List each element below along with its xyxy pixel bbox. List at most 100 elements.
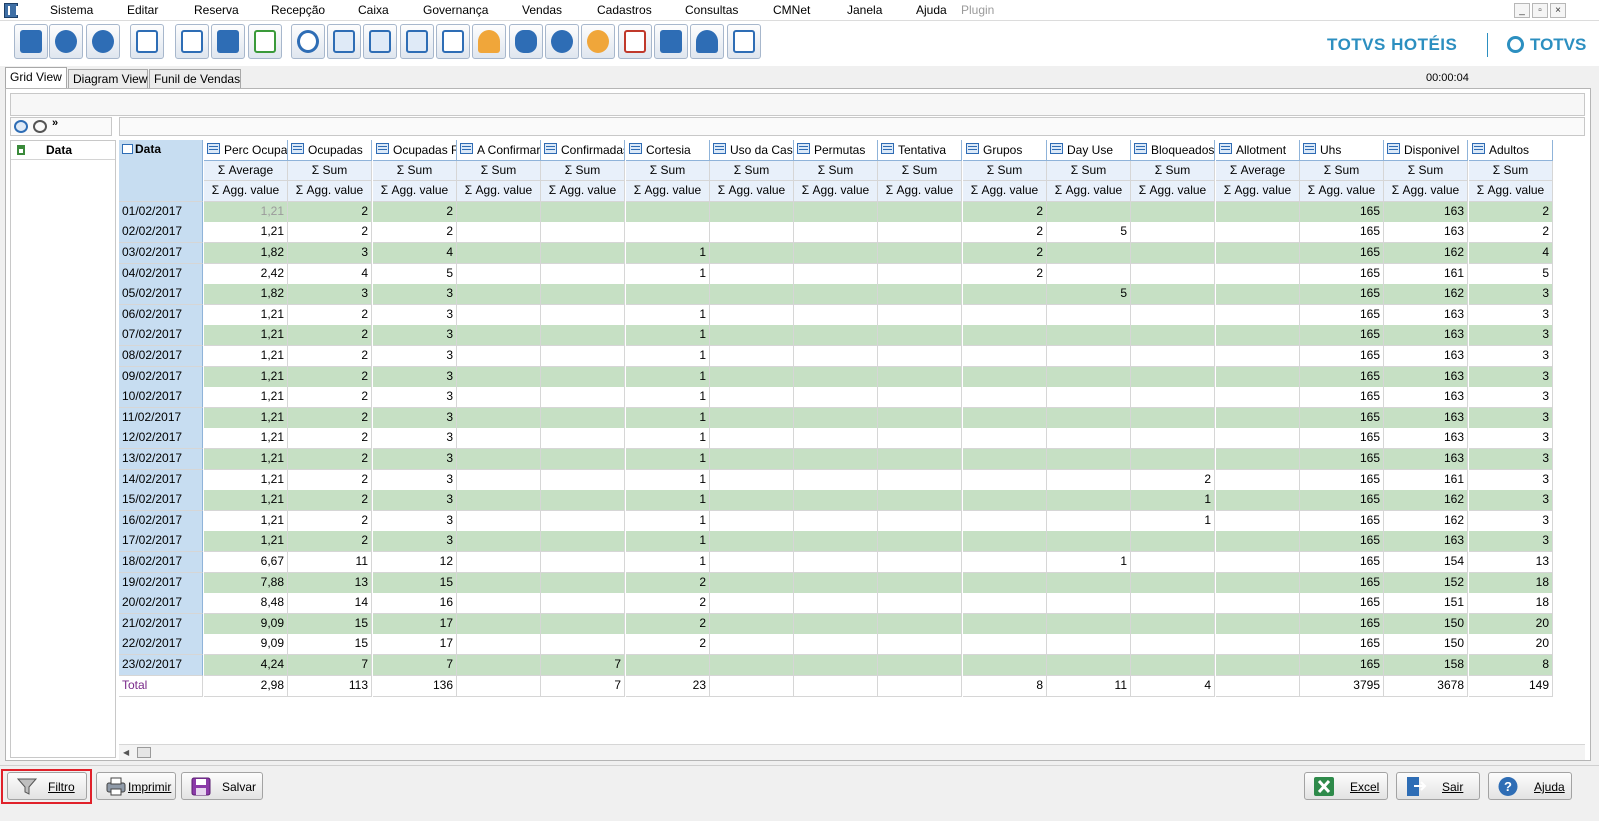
data-cell[interactable]: 14 [288, 593, 372, 614]
expand-all-icon[interactable] [14, 120, 28, 133]
row-header-date[interactable]: 20/02/2017 [119, 593, 203, 614]
data-cell[interactable]: 2 [626, 634, 710, 655]
data-cell[interactable] [1131, 634, 1215, 655]
data-cell[interactable] [541, 346, 625, 367]
data-cell[interactable]: 1,21 [204, 202, 288, 223]
data-cell[interactable]: 165 [1300, 346, 1384, 367]
tab-funil-de-vendas[interactable]: Funil de Vendas [149, 69, 241, 89]
data-cell[interactable]: 162 [1384, 511, 1468, 532]
data-cell[interactable] [1216, 634, 1300, 655]
data-cell[interactable] [710, 634, 794, 655]
column-header[interactable]: Uhs [1300, 140, 1384, 161]
data-cell[interactable] [1131, 222, 1215, 243]
data-cell[interactable] [541, 387, 625, 408]
help-button[interactable] [86, 24, 120, 59]
data-cell[interactable]: 165 [1300, 470, 1384, 491]
data-cell[interactable] [878, 614, 962, 635]
data-cell[interactable]: 2 [1469, 222, 1553, 243]
data-cell[interactable] [457, 428, 541, 449]
data-cell[interactable] [457, 264, 541, 285]
data-cell[interactable]: 150 [1384, 614, 1468, 635]
data-cell[interactable]: 3 [373, 490, 457, 511]
data-cell[interactable] [1216, 408, 1300, 429]
data-cell[interactable] [1131, 655, 1215, 676]
column-header[interactable]: Disponivel [1384, 140, 1468, 161]
data-cell[interactable]: 161 [1384, 264, 1468, 285]
data-cell[interactable]: 2 [288, 367, 372, 388]
data-cell[interactable] [457, 470, 541, 491]
data-cell[interactable]: 18 [1469, 593, 1553, 614]
excel-button[interactable]: Excel [1304, 772, 1388, 800]
data-cell[interactable]: 8,48 [204, 593, 288, 614]
data-cell[interactable] [626, 284, 710, 305]
data-cell[interactable] [878, 325, 962, 346]
data-cell[interactable] [457, 243, 541, 264]
data-cell[interactable]: 3 [373, 346, 457, 367]
data-cell[interactable]: 1 [1131, 490, 1215, 511]
data-cell[interactable] [794, 387, 878, 408]
data-cell[interactable] [1047, 634, 1131, 655]
column-value-label[interactable]: Σ Agg. value [457, 181, 541, 202]
tab-grid-view[interactable]: Grid View [5, 67, 67, 89]
data-cell[interactable]: 3 [1469, 367, 1553, 388]
row-header-date[interactable]: 03/02/2017 [119, 243, 203, 264]
column-header[interactable]: Confirmadas [541, 140, 625, 161]
data-cell[interactable] [457, 305, 541, 326]
data-cell[interactable]: 161 [1384, 470, 1468, 491]
data-cell[interactable]: 2 [288, 202, 372, 223]
data-cell[interactable]: 2,42 [204, 264, 288, 285]
data-cell[interactable] [878, 511, 962, 532]
data-cell[interactable]: 20 [1469, 634, 1553, 655]
data-cell[interactable]: 3 [1469, 325, 1553, 346]
data-cell[interactable]: 163 [1384, 531, 1468, 552]
data-cell[interactable] [1216, 305, 1300, 326]
data-cell[interactable] [1047, 428, 1131, 449]
data-cell[interactable]: 2 [963, 264, 1047, 285]
row-header-date[interactable]: 15/02/2017 [119, 490, 203, 511]
data-cell[interactable] [1047, 490, 1131, 511]
data-cell[interactable]: 1,21 [204, 367, 288, 388]
data-cell[interactable] [963, 284, 1047, 305]
data-cell[interactable]: 151 [1384, 593, 1468, 614]
salvar-button[interactable]: Salvar [181, 772, 263, 800]
data-cell[interactable] [794, 243, 878, 264]
data-cell[interactable] [1216, 552, 1300, 573]
data-cell[interactable] [457, 511, 541, 532]
horizontal-scrollbar[interactable]: ◀ [119, 744, 1585, 760]
search-button[interactable] [291, 24, 325, 59]
data-cell[interactable] [710, 593, 794, 614]
data-cell[interactable]: 1,21 [204, 346, 288, 367]
data-cell[interactable] [878, 367, 962, 388]
data-cell[interactable] [541, 490, 625, 511]
column-value-label[interactable]: Σ Agg. value [1469, 181, 1553, 202]
column-aggregate[interactable]: Σ Sum [1384, 160, 1468, 182]
data-cell[interactable] [710, 222, 794, 243]
data-cell[interactable]: 3 [373, 408, 457, 429]
data-cell[interactable]: 16 [373, 593, 457, 614]
data-cell[interactable] [794, 511, 878, 532]
data-cell[interactable] [710, 428, 794, 449]
data-cell[interactable]: 2 [1131, 470, 1215, 491]
footsteps-button[interactable] [509, 24, 543, 59]
column-header[interactable]: Ocupadas Re [373, 140, 457, 161]
data-cell[interactable] [963, 511, 1047, 532]
data-cell[interactable] [963, 387, 1047, 408]
data-cell[interactable] [1131, 243, 1215, 264]
data-cell[interactable]: 4 [288, 264, 372, 285]
data-cell[interactable] [1216, 387, 1300, 408]
data-cell[interactable] [541, 243, 625, 264]
data-cell[interactable] [710, 449, 794, 470]
data-cell[interactable] [794, 408, 878, 429]
data-cell[interactable]: 1 [626, 264, 710, 285]
data-cell[interactable] [710, 531, 794, 552]
scroll-left-icon[interactable]: ◀ [123, 748, 129, 757]
org-chart-button[interactable] [130, 24, 164, 59]
data-cell[interactable]: 1,82 [204, 243, 288, 264]
column-aggregate[interactable]: Σ Sum [1131, 160, 1215, 182]
data-cell[interactable] [794, 552, 878, 573]
data-cell[interactable]: 1 [626, 387, 710, 408]
column-aggregate[interactable]: Σ Sum [878, 160, 962, 182]
column-header[interactable]: Allotment [1216, 140, 1300, 161]
row-header-date[interactable]: 09/02/2017 [119, 367, 203, 388]
data-cell[interactable]: 2 [1469, 202, 1553, 223]
